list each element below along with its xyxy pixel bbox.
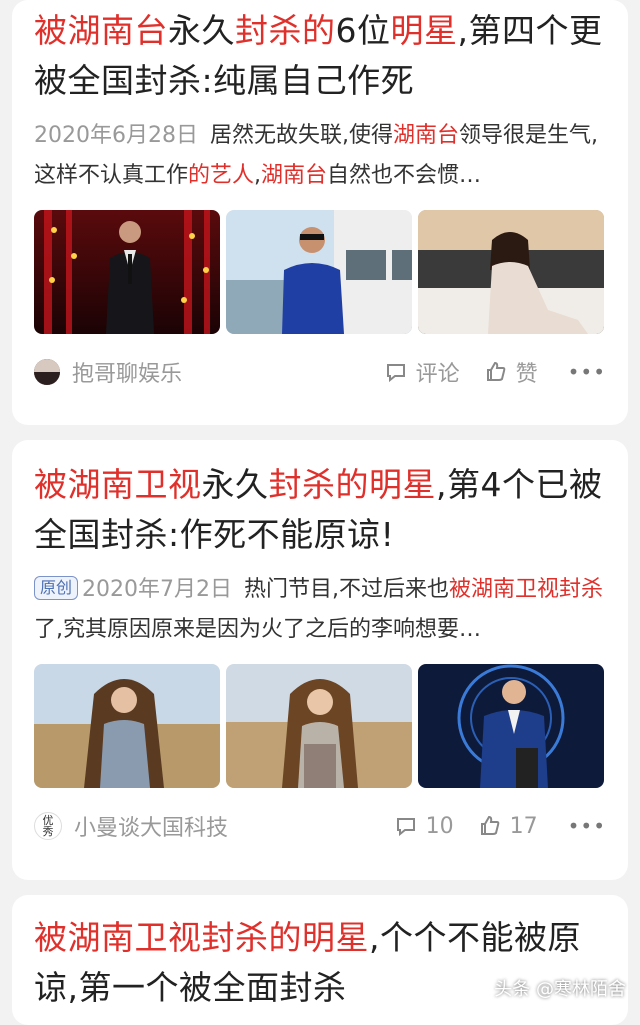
author-name[interactable]: 抱哥聊娱乐 [72,356,360,388]
text-segment: 居然无故失联,使得 [209,123,393,148]
article-meta: 优 秀 小曼谈大国科技 10 17 ••• [34,806,606,846]
comment-label: 评论 [415,362,460,387]
comment-icon [386,364,405,383]
thumbnail-image[interactable] [34,210,220,334]
highlighted-keyword: 湖南台 [261,163,328,188]
watermark: 头条 @寒林陌舍 [494,979,626,1000]
highlighted-keyword: 的艺人 [188,163,255,188]
article-card[interactable]: 被湖南台永久封杀的6位明星,第四个更被全国封杀:纯属自己作死 2020年6月28… [12,0,628,425]
more-options-button[interactable]: ••• [568,360,606,384]
more-options-button[interactable]: ••• [568,814,606,838]
thumbnail-image[interactable] [34,664,220,788]
text-segment: , [254,163,262,188]
thumbnail-image[interactable] [418,664,604,788]
avatar-text: 优 秀 [42,814,54,838]
highlighted-keyword: 被湖南卫视封杀的明星 [34,918,369,957]
thumbnail-image[interactable] [226,664,412,788]
highlighted-keyword: 被湖南卫视封杀 [449,577,604,602]
highlighted-keyword: 被湖南台 [34,11,168,50]
like-button[interactable]: 17 [478,814,538,839]
thumbnail-row[interactable] [34,664,606,788]
highlighted-keyword: 封杀的 [235,11,336,50]
highlighted-keyword: 封杀的明星 [268,465,436,504]
highlighted-keyword: 被湖南卫视 [34,465,202,504]
article-title[interactable]: 被湖南卫视永久封杀的明星,第4个已被全国封杀:作死不能原谅! [34,440,606,560]
article-meta: 抱哥聊娱乐 评论 赞 ••• [34,352,606,392]
publish-date: 2020年7月2日 [82,577,232,602]
avatar[interactable]: 优 秀 [34,812,62,840]
thumbnail-row[interactable] [34,210,606,334]
text-segment: 自然也不会惯… [327,163,482,188]
like-count: 17 [509,813,538,839]
original-badge: 原创 [34,576,79,600]
text-segment: 永久 [168,11,235,50]
article-card[interactable]: 被湖南卫视永久封杀的明星,第4个已被全国封杀:作死不能原谅! 原创 2020年7月… [12,440,628,880]
avatar[interactable] [34,359,60,385]
article-summary: 原创 2020年7月2日 热门节目,不过后来也被湖南卫视封杀了,究其原因原来是因为火… [34,570,606,650]
comment-count: 10 [425,813,454,839]
text-segment: 永久 [201,465,269,504]
highlighted-keyword: 明星 [390,11,458,50]
author-name[interactable]: 小曼谈大国科技 [74,810,370,842]
highlighted-keyword: 湖南台 [392,123,459,148]
text-segment: 6位 [335,11,391,50]
thumbs-up-icon [480,815,499,835]
thumbs-up-icon [486,361,505,381]
text-segment: 热门节目,不过后来也 [244,577,449,602]
article-card[interactable]: 被湖南卫视封杀的明星,个个不能被原谅,第一个被全面封杀 [12,895,628,1025]
thumbnail-image[interactable] [226,210,412,334]
article-summary: 2020年6月28日 居然无故失联,使得湖南台领导很是生气,这样不认真工作的艺人,… [34,116,606,196]
publish-date: 2020年6月28日 [34,123,198,148]
article-title[interactable]: 被湖南台永久封杀的6位明星,第四个更被全国封杀:纯属自己作死 [34,0,606,106]
thumbnail-image[interactable] [418,210,604,334]
like-label: 赞 [515,362,538,387]
comment-icon [396,818,415,837]
text-segment: 了,究其原因原来是因为火了之后的李响想要… [34,617,481,642]
comment-button[interactable]: 评论 [384,356,460,388]
like-button[interactable]: 赞 [484,356,538,388]
comment-button[interactable]: 10 [394,814,454,839]
